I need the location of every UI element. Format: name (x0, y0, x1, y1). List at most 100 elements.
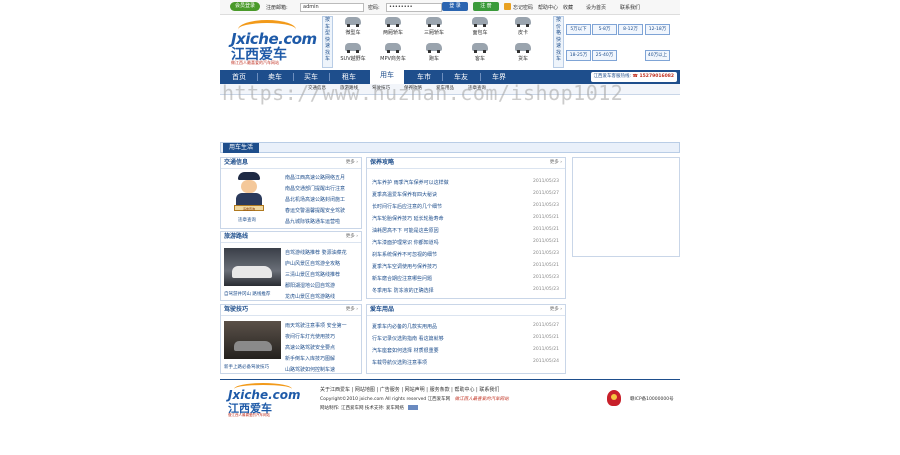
footer-link-statement[interactable]: 网站声明 (405, 387, 425, 393)
car-icon (234, 341, 272, 351)
list-item[interactable]: 夏季汽车空调使用与保养技巧 (372, 263, 522, 270)
list-date: 2011/05/21 (533, 335, 559, 340)
driving-item-5[interactable]: 山路驾驶如何控制车速 (285, 366, 359, 373)
price-under-5w[interactable]: 5万以下 (566, 24, 591, 35)
footer-link-sitemap[interactable]: 网站地图 (355, 387, 375, 393)
list-item[interactable]: 长时间行车后应注意的几个细节 (372, 203, 522, 210)
traffic-item-2[interactable]: 南昌交通部门提醒出行注意 (285, 185, 359, 192)
car-type-truck[interactable]: 货车 (508, 43, 538, 67)
footer-link-help[interactable]: 帮助中心 (454, 387, 474, 393)
maintenance-panel: 保养攻略 更多 › 汽车养护 雨季汽车保养可以这样做 2011/05/23 夏季高… (366, 157, 566, 299)
car-type-van[interactable]: 面包车 (465, 17, 495, 41)
travel-item-5[interactable]: 龙虎山景区自驾游路线 (285, 293, 359, 300)
accessories-more-link[interactable]: 更多 › (550, 305, 562, 315)
car-icon (345, 17, 361, 27)
traffic-item-1[interactable]: 南昌江西高速公路网络五月 (285, 174, 359, 181)
travel-item-4[interactable]: 鄱阳湖湿地公园自驾游 (285, 282, 359, 289)
car-type-bus[interactable]: 客车 (465, 43, 495, 67)
driving-caption[interactable]: 新手上路必备驾驶技巧 (224, 364, 269, 370)
driving-image[interactable] (224, 321, 281, 359)
footer-divider (220, 379, 680, 380)
travel-item-2[interactable]: 庐山风景区自驾游全攻略 (285, 260, 359, 267)
ad-placeholder[interactable] (572, 157, 680, 257)
list-item[interactable]: 新车磨合期应注意哪些问题 (372, 275, 522, 282)
section-title: 用车生活 (223, 143, 260, 153)
driving-item-3[interactable]: 高速公路驾驶安全要点 (285, 344, 359, 351)
help-icon (504, 3, 511, 10)
price-18-25w[interactable]: 18-25万 (566, 50, 591, 61)
list-date: 2011/05/23 (533, 179, 559, 184)
suv-icon (345, 43, 361, 53)
price-8-12w[interactable]: 8-12万 (618, 24, 643, 35)
travel-car-image[interactable] (224, 248, 281, 286)
login-button[interactable]: 登 录 (442, 2, 468, 11)
traffic-more-link[interactable]: 更多 › (346, 158, 358, 168)
traffic-item-3[interactable]: 昌北机场高速公路封闭施工 (285, 196, 359, 203)
icp-number[interactable]: 赣ICP备10000000号 (630, 396, 674, 402)
top-link-help[interactable]: 帮助中心 (538, 4, 558, 11)
car-type-hatchback[interactable]: 两厢轿车 (378, 17, 408, 41)
driving-item-1[interactable]: 雨天驾驶注意事项 安全第一 (285, 322, 359, 329)
traffic-item-5[interactable]: 昌九城际铁路通车运营啦 (285, 218, 359, 225)
car-type-suv[interactable]: SUV越野车 (338, 43, 368, 67)
travel-panel: 旅游路线 更多 › 自驾游井冈山 路线推荐 自驾游线路推荐 婺源油菜花 庐山风景… (220, 231, 362, 301)
list-date: 2011/05/27 (533, 323, 559, 328)
travel-item-3[interactable]: 三清山景区自驾路线推荐 (285, 271, 359, 278)
chevron-right-icon: › (356, 234, 358, 239)
list-item[interactable]: 汽车轮胎保养技巧 延长轮胎寿命 (372, 215, 522, 222)
police-sign-icon: 违章查询 (234, 205, 264, 211)
member-login-badge: 会员登录 (230, 2, 260, 11)
list-item[interactable]: 冬季用车 防冻液的正确选择 (372, 287, 522, 294)
top-link-forgot[interactable]: 忘记密码 (513, 4, 533, 11)
password-input[interactable]: •••••••• (386, 3, 442, 12)
accessories-panel: 爱车用品 更多 › 夏季车内必备的几款实用用品 2011/05/27 行车记录仪选… (366, 304, 566, 374)
car-type-pickup[interactable]: 皮卡 (508, 17, 538, 41)
driving-item-4[interactable]: 新手倒车入库技巧图解 (285, 355, 359, 362)
driving-header: 驾驶技巧 更多 › (221, 305, 361, 316)
travel-more-link[interactable]: 更多 › (346, 232, 358, 242)
car-type-sedan[interactable]: 三厢轿车 (419, 17, 449, 41)
price-5-8w[interactable]: 5-8万 (592, 24, 617, 35)
more-label: 更多 (345, 307, 355, 312)
traffic-item-4[interactable]: 春运交警温馨提醒安全驾驶 (285, 207, 359, 214)
car-type-sports[interactable]: 跑车 (419, 43, 449, 67)
car-type-mpv[interactable]: MPV商务车 (378, 43, 408, 67)
footer-link-contact[interactable]: 联系我们 (479, 387, 499, 393)
driving-more-link[interactable]: 更多 › (346, 305, 358, 315)
top-link-contact[interactable]: 联系我们 (620, 4, 640, 11)
list-item[interactable]: 汽车漆面护理常识 你都知道吗 (372, 239, 522, 246)
list-item[interactable]: 汽车养护 雨季汽车保养可以这样做 (372, 179, 522, 186)
footer-link-about[interactable]: 关于江西爱车 (320, 387, 350, 393)
username-input[interactable]: admin (300, 3, 364, 12)
watermark-text: https://www.huzhan.com/ishop1012 (222, 81, 624, 105)
list-item[interactable]: 油耗居高不下 可能是这些原因 (372, 227, 522, 234)
list-item[interactable]: 汽车座套如何选择 材质很重要 (372, 347, 522, 354)
top-link-favorite[interactable]: 收藏 (563, 4, 573, 11)
price-25-40w[interactable]: 25-40万 (592, 50, 617, 61)
price-over-40w[interactable]: 40万以上 (645, 50, 670, 61)
register-button[interactable]: 注 册 (473, 2, 499, 11)
list-item[interactable]: 夏季车内必备的几款实用用品 (372, 323, 522, 330)
list-item[interactable]: 夏季高温爱车保养有四大秘诀 (372, 191, 522, 198)
travel-caption[interactable]: 自驾游井冈山 路线推荐 (224, 291, 270, 297)
top-link-homepage[interactable]: 设为首页 (586, 4, 606, 11)
travel-header: 旅游路线 更多 › (221, 232, 361, 243)
driving-item-2[interactable]: 夜间行车灯光使用技巧 (285, 333, 359, 340)
price-12-18w[interactable]: 12-18万 (645, 24, 670, 35)
footer-logo-slogan: 做江西人最喜爱的汽车网站 (228, 413, 270, 417)
travel-item-1[interactable]: 自驾游线路推荐 婺源油菜花 (285, 249, 359, 256)
list-item[interactable]: 刹车系统保养不可忽视的细节 (372, 251, 522, 258)
footer-link-ads[interactable]: 广告服务 (380, 387, 400, 393)
list-date: 2011/05/21 (533, 263, 559, 268)
list-item[interactable]: 行车记录仪选购指南 看这篇就够 (372, 335, 522, 342)
car-type-mini[interactable]: 微型车 (338, 17, 368, 41)
police-caption[interactable]: 违章查询 (238, 217, 256, 223)
more-label: 更多 (549, 307, 559, 312)
maintenance-title: 保养攻略 (370, 159, 395, 166)
maintenance-more-link[interactable]: 更多 › (550, 158, 562, 168)
list-item[interactable]: 车载导航仪选购注意事项 (372, 359, 522, 366)
more-label: 更多 (345, 160, 355, 165)
footer-link-terms[interactable]: 服务条款 (430, 387, 450, 393)
mpv-icon (385, 43, 401, 53)
chevron-right-icon: › (356, 307, 358, 312)
